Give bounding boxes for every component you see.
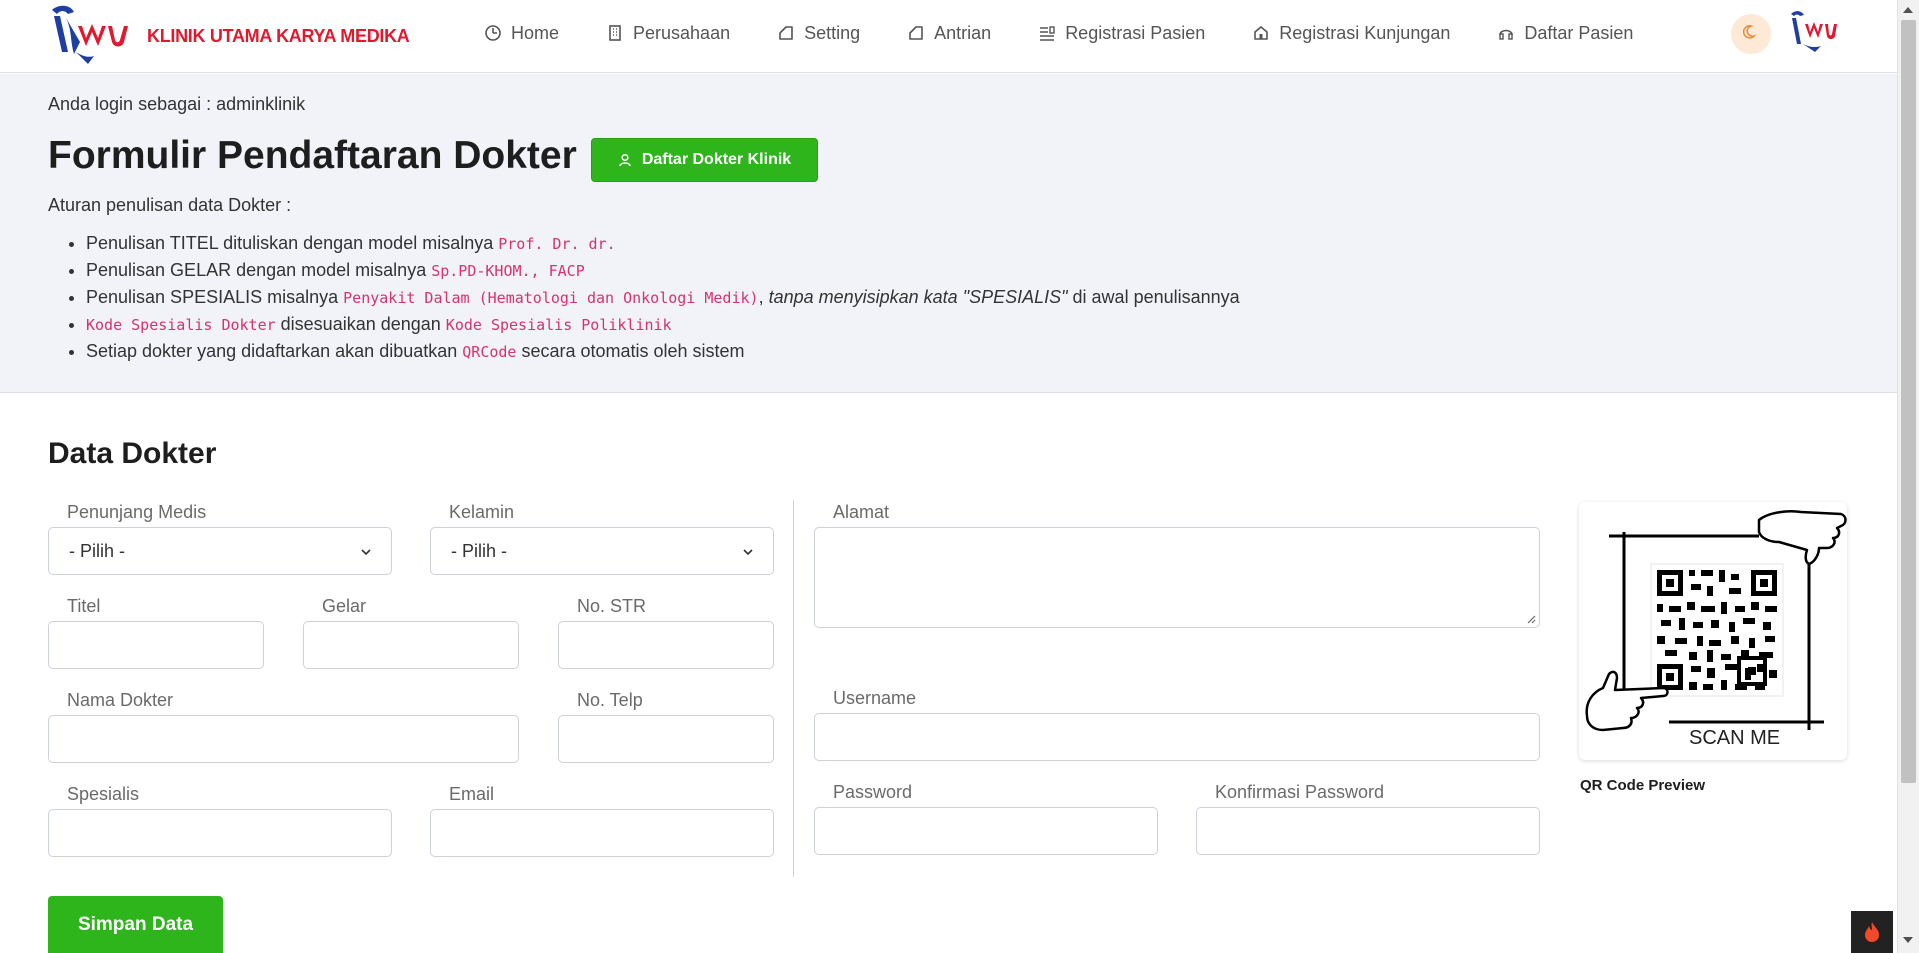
brand[interactable]: KLINIK UTAMA KARYA MEDIKA [48,0,410,73]
scrollbar-thumb[interactable] [1901,20,1916,783]
scroll-up-arrow-icon[interactable] [1903,7,1913,13]
nav-item-label: Perusahaan [633,22,731,43]
tag-icon [777,24,795,42]
nama-dokter-label: Nama Dokter [67,690,174,710]
headset-icon [1497,24,1515,42]
rules-intro: Aturan penulisan data Dokter : [48,195,292,215]
moon-icon [1742,24,1759,45]
password-label: Password [833,782,913,802]
daftar-dokter-button[interactable]: Daftar Dokter Klinik [591,138,818,182]
username-field[interactable] [814,713,1540,761]
username-label: Username [833,688,917,708]
nav-item-daftar-pasien[interactable]: Daftar Pasien [1497,23,1633,44]
qr-caption: QR Code Preview [1580,777,1706,794]
nav-item-label: Daftar Pasien [1524,22,1634,43]
avatar[interactable] [1787,6,1843,58]
list-item: Penulisan GELAR dengan model misalnya Sp… [86,257,1240,284]
nav-item-label: Antrian [934,22,992,43]
code-snippet: Sp.PD-KHOM., FACP [431,262,585,280]
konfirmasi-password-label: Konfirmasi Password [1215,782,1385,802]
page-title: Formulir Pendaftaran Dokter [48,134,577,177]
page-header: Anda login sebagai : adminklinik Formuli… [0,74,1897,393]
code-snippet: Penyakit Dalam (Hematologi dan Onkologi … [343,289,759,307]
list-item: Setiap dokter yang didaftarkan akan dibu… [86,338,1240,365]
penunjang-medis-label: Penunjang Medis [67,502,207,522]
email-label: Email [449,784,495,804]
no-str-label: No. STR [577,596,647,616]
no-telp-field[interactable] [558,715,774,763]
nav-item-home[interactable]: Home [484,23,559,44]
nav-menu: Home Perusahaan Setting Antrian Registra… [484,0,1680,66]
alamat-label: Alamat [833,502,890,522]
gelar-field[interactable] [303,621,519,669]
building-icon [606,24,624,42]
nav-item-label: Registrasi Pasien [1065,22,1206,43]
brand-name: KLINIK UTAMA KARYA MEDIKA [147,26,410,46]
code-snippet: Kode Spesialis Dokter [86,316,276,334]
email-field[interactable] [430,809,774,857]
nav-item-setting[interactable]: Setting [777,23,860,44]
scroll-down-arrow-icon[interactable] [1903,937,1913,943]
top-navbar: KLINIK UTAMA KARYA MEDIKA Home Perusahaa… [0,0,1897,73]
scrollbar[interactable] [1897,0,1919,953]
konfirmasi-password-field[interactable] [1196,807,1540,855]
nama-dokter-field[interactable] [48,715,519,763]
fire-icon [1865,922,1879,942]
alamat-textarea[interactable] [814,527,1540,628]
no-telp-label: No. Telp [577,690,643,710]
daftar-dokter-label: Daftar Dokter Klinik [641,151,792,168]
login-info: Anda login sebagai : adminklinik [48,94,306,114]
qr-code-preview: SCAN ME [1579,502,1847,760]
chevron-down-icon [361,549,371,556]
resize-handle-icon[interactable] [1526,614,1536,624]
nav-item-label: Registrasi Kunjungan [1279,22,1451,43]
nav-item-label: Home [511,22,560,43]
tag-icon [907,24,925,42]
section-title: Data Dokter [48,437,217,470]
nav-item-perusahaan[interactable]: Perusahaan [606,23,730,44]
penunjang-medis-select[interactable]: - Pilih - [48,527,392,575]
nav-item-registrasi-pasien[interactable]: Registrasi Pasien [1038,23,1205,44]
nav-item-antrian[interactable]: Antrian [907,23,991,44]
list-item: Kode Spesialis Dokter disesuaikan dengan… [86,311,1240,338]
column-divider [793,500,794,877]
spesialis-field[interactable] [48,809,392,857]
user-icon [618,153,632,167]
list-item: Penulisan TITEL dituliskan dengan model … [86,230,1240,257]
house-icon [1252,24,1270,42]
qr-scan-text: SCAN ME [1689,727,1781,749]
code-snippet: Prof. Dr. dr. [498,235,616,253]
list-icon [1038,24,1056,42]
simpan-data-button[interactable]: Simpan Data [48,896,223,953]
nav-item-label: Setting [804,22,861,43]
fire-button[interactable] [1851,911,1893,953]
theme-toggle-button[interactable] [1731,14,1771,54]
gelar-label: Gelar [322,596,367,616]
kelamin-label: Kelamin [449,502,515,522]
qr-code-image [1585,510,1847,732]
titel-label: Titel [67,596,101,616]
brand-logo [48,2,140,72]
no-str-field[interactable] [558,621,774,669]
clock-icon [484,24,502,42]
password-field[interactable] [814,807,1158,855]
kelamin-select[interactable]: - Pilih - [430,527,774,575]
rules-list: Penulisan TITEL dituliskan dengan model … [86,230,1240,365]
list-item: Penulisan SPESIALIS misalnya Penyakit Da… [86,284,1240,311]
titel-field[interactable] [48,621,264,669]
chevron-down-icon [743,549,753,556]
code-snippet: Kode Spesialis Poliklinik [445,316,672,334]
spesialis-label: Spesialis [67,784,140,804]
nav-item-registrasi-kunjungan[interactable]: Registrasi Kunjungan [1252,23,1450,44]
code-snippet: QRCode [462,343,517,361]
